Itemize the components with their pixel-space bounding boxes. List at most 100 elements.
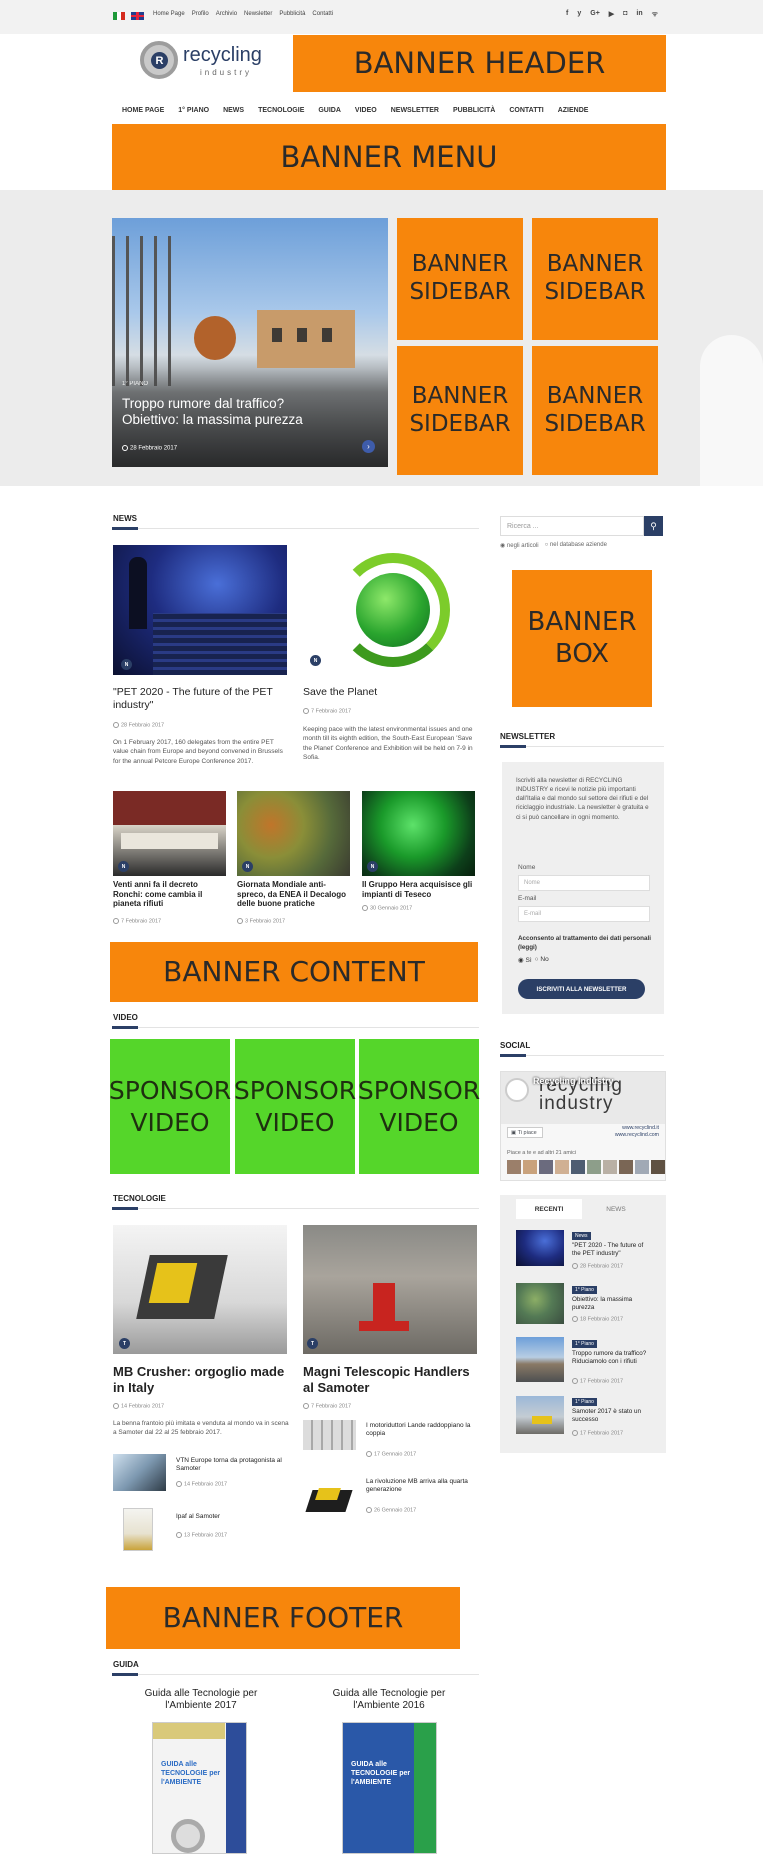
news-featured-image-1[interactable]: N xyxy=(113,545,287,675)
fb-url-1[interactable]: www.recyclind.it xyxy=(615,1125,659,1132)
menu-item-contatti[interactable]: CONTATTI xyxy=(509,107,543,114)
video-section-line xyxy=(112,1027,479,1028)
news-small-image-2[interactable]: N xyxy=(237,791,350,876)
recent-thumb-1[interactable] xyxy=(516,1230,564,1266)
banner-sidebar-4[interactable]: BANNER SIDEBAR xyxy=(532,346,658,475)
banner-sidebar-1[interactable]: BANNER SIDEBAR xyxy=(397,218,523,340)
email-field[interactable]: E-mail xyxy=(518,906,650,922)
recent-title-2[interactable]: Obiettivo: la massima purezza xyxy=(572,1296,652,1312)
tech-list-title-3[interactable]: I motoriduttori Lande raddoppiano la cop… xyxy=(366,1422,476,1439)
tech-featured-title-1[interactable]: MB Crusher: orgoglio made in Italy xyxy=(113,1364,288,1395)
guida-cover-2016[interactable]: GUIDA alle TECNOLOGIE per l'AMBIENTE xyxy=(342,1722,437,1854)
twitter-icon[interactable]: y xyxy=(577,10,581,19)
top-link-home[interactable]: Home Page xyxy=(153,11,185,17)
googleplus-icon[interactable]: G+ xyxy=(590,10,600,19)
recent-title-4[interactable]: Samoter 2017 è stato un successo xyxy=(572,1408,652,1424)
nome-field[interactable]: Nome xyxy=(518,875,650,891)
tech-list-thumb-2[interactable] xyxy=(123,1508,153,1551)
tech-featured-image-2[interactable]: T xyxy=(303,1225,477,1354)
clock-icon xyxy=(113,722,119,728)
menu-item-newsletter[interactable]: NEWSLETTER xyxy=(391,107,439,114)
news-small-title-1[interactable]: Venti anni fa il decreto Ronchi: come ca… xyxy=(113,880,223,909)
top-link-pubblicita[interactable]: Pubblicità xyxy=(279,11,305,17)
menu-item-home[interactable]: HOME PAGE xyxy=(122,107,164,114)
tech-featured-image-1[interactable]: T xyxy=(113,1225,287,1354)
facebook-icon[interactable]: f xyxy=(566,10,568,19)
tech-list-thumb-3[interactable] xyxy=(303,1420,356,1450)
consent-yes-radio[interactable]: ◉ Sì xyxy=(518,956,532,964)
search-button[interactable]: ⚲ xyxy=(644,516,663,536)
tech-list-date-3: 17 Gennaio 2017 xyxy=(366,1451,416,1457)
menu-item-tecnologie[interactable]: TECNOLOGIE xyxy=(258,107,304,114)
banner-footer[interactable]: BANNER FOOTER xyxy=(106,1587,460,1649)
recent-thumb-2[interactable] xyxy=(516,1283,564,1324)
sponsor-video-2[interactable]: SPONSOR VIDEO xyxy=(234,1039,356,1174)
hero-slide[interactable]: 1° PIANO Troppo rumore dal traffico? Obi… xyxy=(112,218,388,467)
search-option-aziende[interactable]: ○ nel database aziende xyxy=(545,542,607,549)
menu-item-news[interactable]: NEWS xyxy=(223,107,244,114)
guida-title-2016[interactable]: Guida alle Tecnologie per l'Ambiente 201… xyxy=(326,1688,452,1712)
linkedin-icon[interactable]: in xyxy=(636,10,642,19)
banner-sidebar-2[interactable]: BANNER SIDEBAR xyxy=(532,218,658,340)
banner-menu[interactable]: BANNER MENU xyxy=(112,124,666,190)
banner-header[interactable]: BANNER HEADER xyxy=(293,35,666,92)
top-link-newsletter[interactable]: Newsletter xyxy=(244,11,272,17)
sponsor-video-1[interactable]: SPONSOR VIDEO xyxy=(109,1039,231,1174)
facebook-widget[interactable]: recycling industry Recycling Industry ▣ … xyxy=(500,1071,666,1181)
tech-list-title-4[interactable]: La rivoluzione MB arriva alla quarta gen… xyxy=(366,1478,476,1495)
recent-thumb-3[interactable] xyxy=(516,1337,564,1382)
top-link-profilo[interactable]: Profilo xyxy=(192,11,209,17)
tech-list-thumb-1[interactable] xyxy=(113,1454,166,1491)
sponsor-video-3[interactable]: SPONSOR VIDEO xyxy=(358,1039,480,1174)
fb-url-2[interactable]: www.recyclind.com xyxy=(615,1132,659,1139)
slider-next-icon[interactable]: › xyxy=(362,440,375,453)
menu-item-piano[interactable]: 1° PIANO xyxy=(178,107,209,114)
recent-title-1[interactable]: "PET 2020 - The future of the PET indust… xyxy=(572,1242,652,1258)
flag-italy-icon[interactable] xyxy=(113,12,125,20)
news-small-title-2[interactable]: Giornata Mondiale anti-spreco, da ENEA i… xyxy=(237,880,347,909)
search-input[interactable]: Ricerca ... xyxy=(500,516,644,536)
tech-list-thumb-4[interactable] xyxy=(305,1484,353,1517)
youtube-icon[interactable]: ▶ xyxy=(609,10,614,19)
recent-date-4: 17 Febbraio 2017 xyxy=(572,1430,623,1436)
news-featured-date-2: 7 Febbraio 2017 xyxy=(303,708,351,714)
tech-list-title-2[interactable]: Ipaf al Samoter xyxy=(176,1513,286,1520)
site-logo[interactable]: R recycling industry xyxy=(138,38,278,88)
flag-uk-icon[interactable] xyxy=(131,12,144,20)
rss-icon[interactable]: ᯤ xyxy=(652,10,658,19)
subscribe-button[interactable]: ISCRIVITI ALLA NEWSLETTER xyxy=(518,979,645,999)
recent-tag-3: 1° Piano xyxy=(572,1340,597,1348)
email-label: E-mail xyxy=(518,895,537,902)
news-small-image-1[interactable]: N xyxy=(113,791,226,876)
banner-content[interactable]: BANNER CONTENT xyxy=(110,942,478,1002)
news-small-title-3[interactable]: Il Gruppo Hera acquisisce gli impianti d… xyxy=(362,880,477,899)
tecnologie-section-line xyxy=(112,1208,479,1209)
search-option-articoli[interactable]: ◉ negli articoli xyxy=(500,542,539,549)
news-featured-image-2[interactable]: N xyxy=(306,545,480,675)
consent-no-radio[interactable]: ○ No xyxy=(535,956,549,964)
tech-list-title-1[interactable]: VTN Europe torna da protagonista al Samo… xyxy=(176,1457,286,1474)
news-featured-title-2[interactable]: Save the Planet xyxy=(303,686,478,699)
guida-cover-2017[interactable]: GUIDA alle TECNOLOGIE per l'AMBIENTE xyxy=(152,1722,247,1854)
banner-box[interactable]: BANNER BOX xyxy=(512,570,652,707)
fb-like-button[interactable]: ▣ Ti piace xyxy=(507,1127,543,1138)
news-featured-title-1[interactable]: "PET 2020 - The future of the PET indust… xyxy=(113,686,283,711)
menu-item-pubblicita[interactable]: PUBBLICITÀ xyxy=(453,107,495,114)
menu-item-video[interactable]: VIDEO xyxy=(355,107,377,114)
top-link-contatti[interactable]: Contatti xyxy=(312,11,333,17)
tab-news[interactable]: NEWS xyxy=(583,1199,649,1219)
hero-title[interactable]: Troppo rumore dal traffico? Obiettivo: l… xyxy=(122,396,322,428)
guida-title-2017[interactable]: Guida alle Tecnologie per l'Ambiente 201… xyxy=(138,1688,264,1712)
tecnologie-section-title: TECNOLOGIE xyxy=(113,1194,166,1203)
clock-icon xyxy=(362,905,368,911)
news-small-image-3[interactable]: N xyxy=(362,791,475,876)
tech-featured-title-2[interactable]: Magni Telescopic Handlers al Samoter xyxy=(303,1364,478,1395)
recent-thumb-4[interactable] xyxy=(516,1396,564,1434)
tab-recenti[interactable]: RECENTI xyxy=(516,1199,582,1219)
top-link-archivio[interactable]: Archivio xyxy=(216,11,237,17)
recent-title-3[interactable]: Troppo rumore da traffico? Riduciamolo c… xyxy=(572,1350,652,1366)
menu-item-aziende[interactable]: AZIENDE xyxy=(558,107,589,114)
instagram-icon[interactable]: ◘ xyxy=(623,10,627,19)
menu-item-guida[interactable]: GUIDA xyxy=(318,107,341,114)
banner-sidebar-3[interactable]: BANNER SIDEBAR xyxy=(397,346,523,475)
